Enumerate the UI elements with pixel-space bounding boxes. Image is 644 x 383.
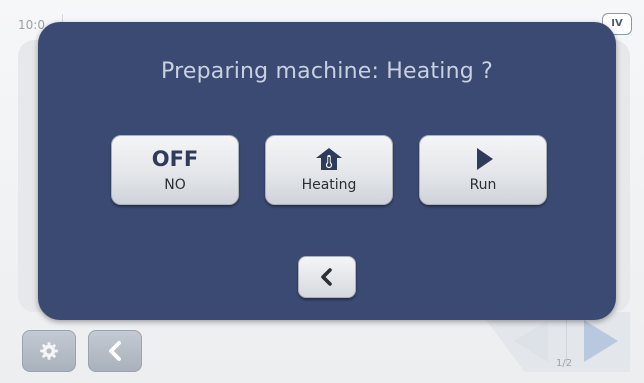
off-button-label: NO bbox=[164, 177, 186, 193]
run-button-label: Run bbox=[469, 177, 497, 193]
gear-icon bbox=[40, 342, 58, 360]
page-indicator: 1/2 bbox=[556, 358, 573, 369]
triangle-right-icon[interactable] bbox=[584, 320, 618, 362]
dialog-back-button[interactable] bbox=[298, 256, 356, 298]
heating-button-label: Heating bbox=[301, 177, 357, 193]
clock-text: 10:0 bbox=[18, 18, 45, 32]
dialog-title: Preparing machine: Heating ? bbox=[161, 59, 493, 84]
off-text: OFF bbox=[151, 147, 199, 171]
play-icon bbox=[477, 148, 493, 170]
heating-dialog: Preparing machine: Heating ? OFF NO Heat… bbox=[38, 22, 616, 320]
house-thermometer-icon bbox=[316, 148, 342, 170]
chevron-left-icon bbox=[321, 268, 332, 286]
heating-button[interactable]: Heating bbox=[265, 135, 393, 205]
chevron-left-icon bbox=[109, 341, 121, 361]
run-button[interactable]: Run bbox=[419, 135, 547, 205]
triangle-left-icon[interactable] bbox=[514, 320, 548, 362]
back-button[interactable] bbox=[88, 330, 142, 372]
off-button[interactable]: OFF NO bbox=[111, 135, 239, 205]
settings-button[interactable] bbox=[22, 330, 76, 372]
